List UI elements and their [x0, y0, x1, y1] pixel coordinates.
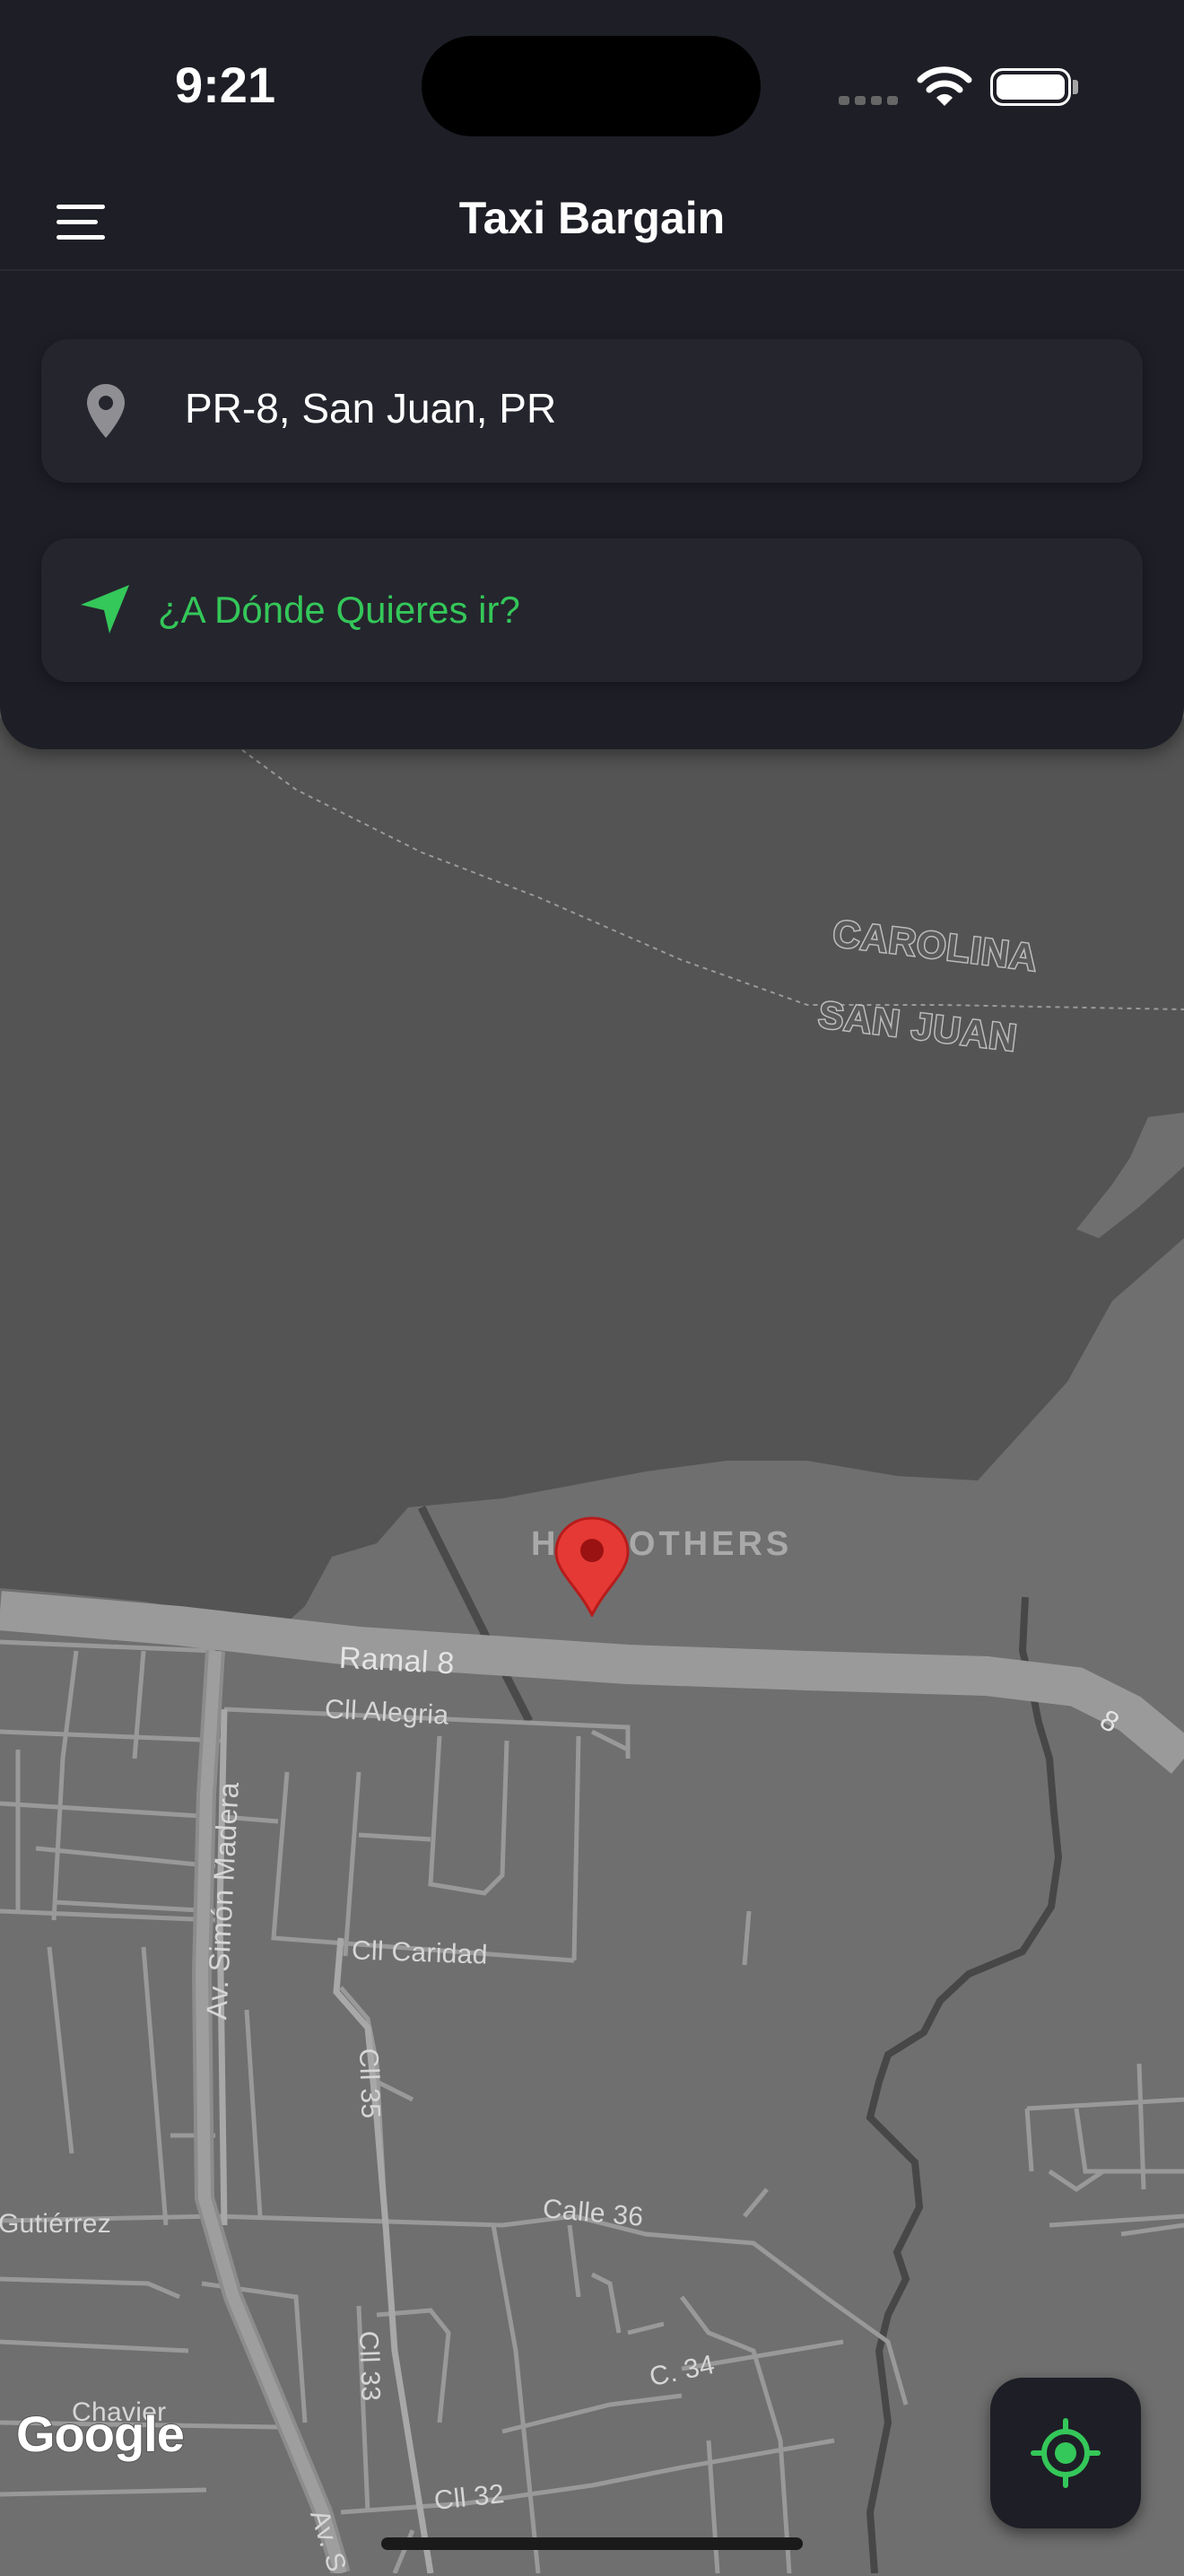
- app-title: Taxi Bargain: [458, 193, 726, 243]
- map-pin-icon: [87, 384, 125, 438]
- wifi-icon: [917, 66, 972, 106]
- top-panel: 9:21 Taxi Bargain PR-8, San Juan, PR ¿A …: [0, 0, 1184, 749]
- dynamic-island: [422, 36, 761, 136]
- street-label-cll-33: Cll 33: [353, 2330, 386, 2402]
- cellular-signal-icon: [839, 93, 903, 109]
- street-label-cll-35: Cll 35: [353, 2048, 386, 2119]
- navigation-arrow-icon: [81, 585, 129, 633]
- status-bar: 9:21: [0, 0, 1184, 170]
- google-attribution: Google: [15, 2405, 186, 2463]
- home-indicator[interactable]: [381, 2537, 803, 2550]
- street-label-ramal-8: Ramal 8: [338, 1640, 456, 1681]
- pickup-location-value: PR-8, San Juan, PR: [185, 385, 557, 432]
- status-time: 9:21: [175, 57, 276, 113]
- my-location-icon: [1031, 2418, 1101, 2488]
- street-label-caridad: Cll Caridad: [351, 1935, 489, 1970]
- battery-tip: [1073, 80, 1078, 94]
- nav-bar: Taxi Bargain: [0, 170, 1184, 271]
- battery-icon: [990, 68, 1071, 106]
- street-label-alegria: Cll Alegria: [324, 1694, 450, 1731]
- my-location-button[interactable]: [990, 2378, 1141, 2528]
- destination-placeholder: ¿A Dónde Quieres ir?: [158, 589, 520, 631]
- street-label-gutierrez: Gutiérrez: [0, 2209, 112, 2239]
- pickup-location-field[interactable]: PR-8, San Juan, PR: [41, 339, 1143, 483]
- destination-input[interactable]: ¿A Dónde Quieres ir?: [41, 538, 1143, 682]
